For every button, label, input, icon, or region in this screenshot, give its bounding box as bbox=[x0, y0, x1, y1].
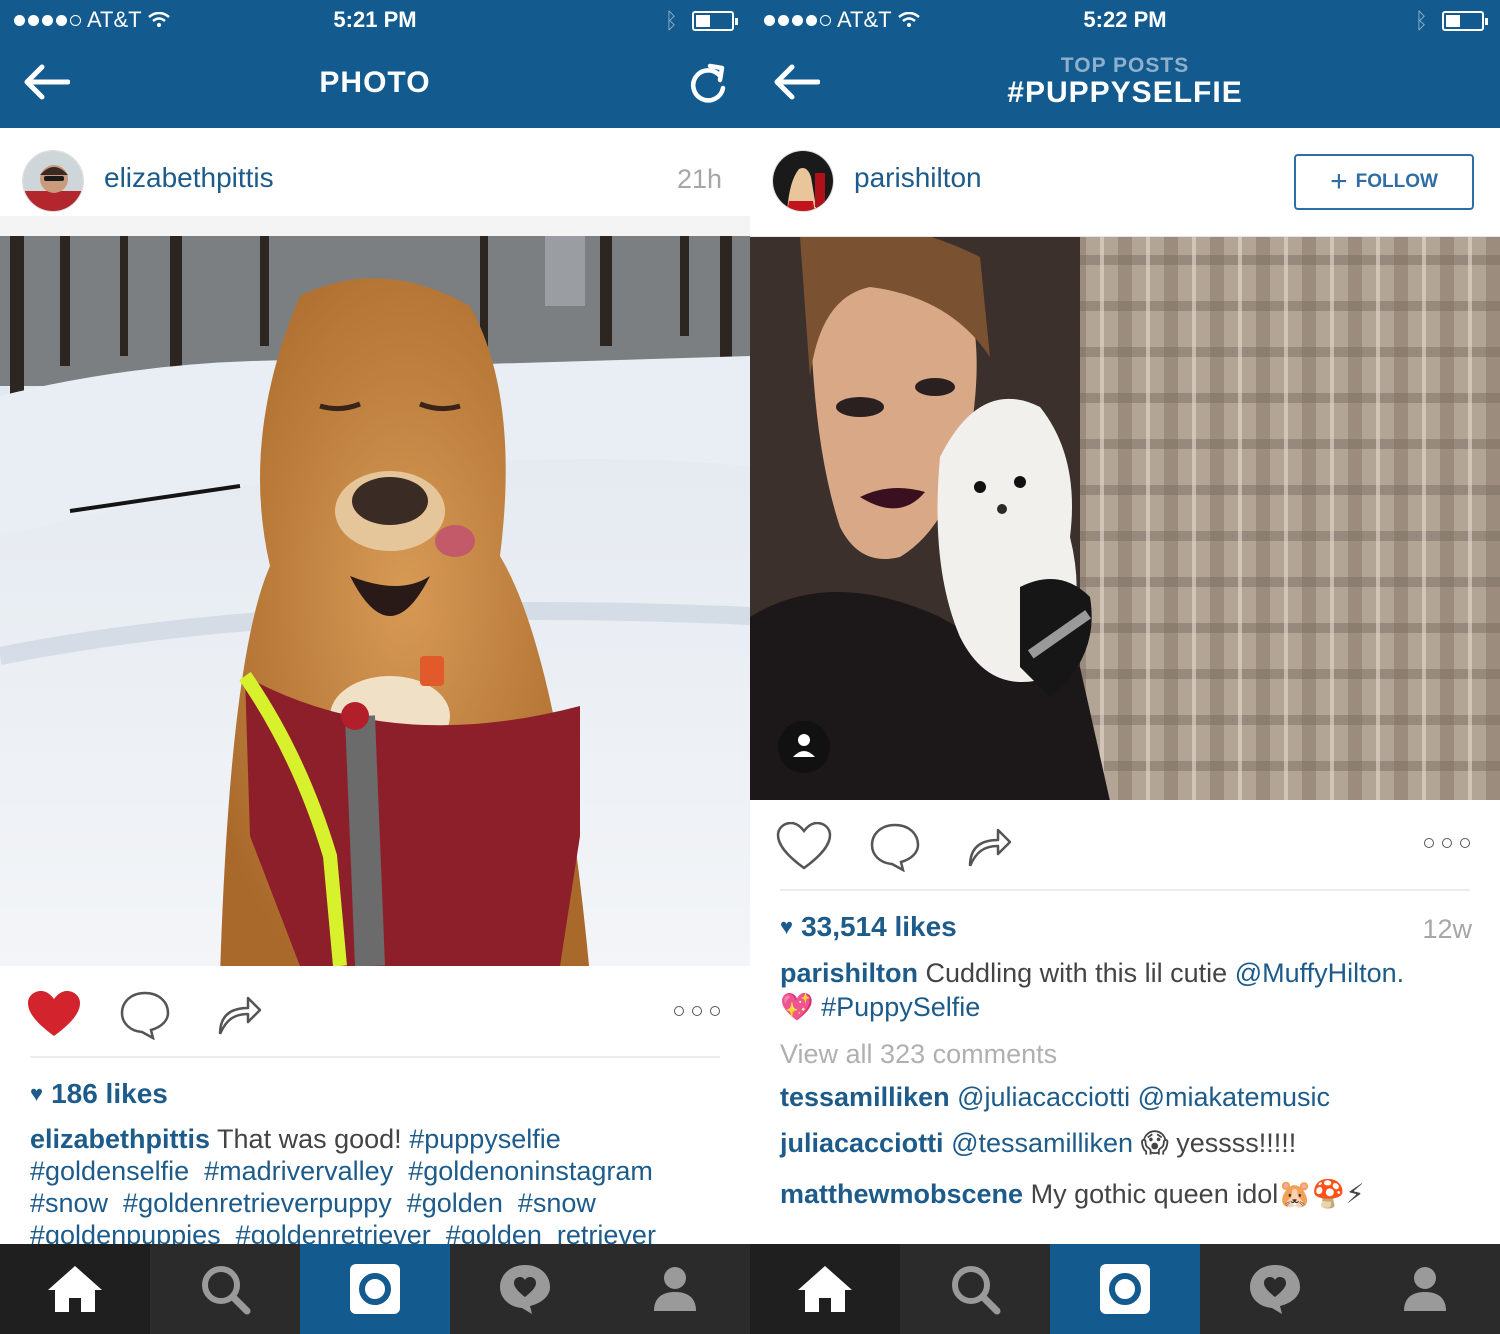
status-bar: AT&T 5:21 PM ᛒ bbox=[0, 0, 750, 42]
action-bar bbox=[0, 986, 750, 1076]
caption-username[interactable]: elizabethpittis bbox=[30, 1124, 210, 1154]
tab-bar bbox=[0, 1244, 750, 1334]
tab-profile[interactable] bbox=[600, 1244, 750, 1334]
sparkle-heart-icon: 💖 bbox=[780, 992, 814, 1022]
likes-count[interactable]: ♥ 33,514 likes bbox=[780, 911, 957, 943]
view-all-comments-link[interactable]: View all 323 comments bbox=[780, 1039, 1057, 1070]
comment-mentions[interactable]: @tessamilliken bbox=[951, 1128, 1133, 1158]
divider bbox=[30, 1056, 720, 1058]
comment-item: juliacacciotti @tessamilliken 😱 yessss!!… bbox=[780, 1128, 1480, 1159]
battery-icon bbox=[1442, 11, 1488, 31]
caption-hashtag[interactable]: #PuppySelfie bbox=[821, 992, 980, 1022]
post-photo[interactable] bbox=[0, 236, 750, 966]
comment-icon[interactable] bbox=[118, 990, 172, 1040]
profile-icon bbox=[654, 1267, 696, 1311]
comment-username[interactable]: tessamilliken bbox=[780, 1082, 950, 1112]
post-photo[interactable] bbox=[750, 236, 1500, 800]
caption-text: Cuddling with this lil cutie bbox=[925, 958, 1228, 988]
photo-screen: AT&T 5:21 PM ᛒ PHOTO elizabethpittis 21h bbox=[0, 0, 750, 1334]
like-heart-icon[interactable] bbox=[776, 822, 832, 870]
camera-icon bbox=[1100, 1264, 1150, 1314]
search-icon bbox=[952, 1266, 1001, 1315]
search-icon bbox=[202, 1266, 251, 1315]
more-options-icon[interactable] bbox=[674, 1006, 720, 1016]
home-icon bbox=[798, 1266, 852, 1312]
like-heart-icon[interactable] bbox=[26, 990, 82, 1038]
bluetooth-icon: ᛒ bbox=[664, 8, 678, 33]
share-icon[interactable] bbox=[216, 992, 262, 1036]
avatar[interactable] bbox=[772, 150, 834, 212]
tab-bar bbox=[750, 1244, 1500, 1334]
likes-heart-icon: ♥ bbox=[780, 914, 794, 939]
tab-activity[interactable] bbox=[1200, 1244, 1350, 1334]
tab-home[interactable] bbox=[0, 1244, 150, 1334]
refresh-icon[interactable] bbox=[688, 60, 728, 106]
status-time: 5:22 PM bbox=[1083, 7, 1167, 32]
comment-username[interactable]: juliacacciotti bbox=[780, 1128, 944, 1158]
page-subtitle: TOP POSTS bbox=[1060, 54, 1190, 77]
tab-activity[interactable] bbox=[450, 1244, 600, 1334]
post-username[interactable]: elizabethpittis bbox=[104, 162, 274, 194]
avatar[interactable] bbox=[22, 150, 84, 212]
comment-item: tessamilliken @juliacacciotti @miakatemu… bbox=[780, 1082, 1480, 1113]
divider bbox=[0, 216, 750, 236]
tab-camera[interactable] bbox=[1050, 1244, 1200, 1334]
caption-mention[interactable]: @MuffyHilton. bbox=[1235, 958, 1404, 988]
tab-explore[interactable] bbox=[900, 1244, 1050, 1334]
divider bbox=[780, 889, 1470, 891]
comment-username[interactable]: matthewmobscene bbox=[780, 1179, 1023, 1209]
status-time: 5:21 PM bbox=[333, 7, 417, 32]
camera-icon bbox=[350, 1264, 400, 1314]
activity-icon bbox=[500, 1265, 550, 1314]
caption-text: That was good! bbox=[217, 1124, 402, 1154]
top-bar: AT&T 5:21 PM ᛒ PHOTO bbox=[0, 0, 750, 128]
caption-username[interactable]: parishilton bbox=[780, 958, 918, 988]
share-icon[interactable] bbox=[966, 824, 1012, 868]
activity-icon bbox=[1250, 1265, 1300, 1314]
hashtag-screen: AT&T 5:22 PM ᛒ TOP POSTS #PUPPYSELFIE pa… bbox=[750, 0, 1500, 1334]
caption-hashtags[interactable]: #goldenselfie #madrivervalley #goldenoni… bbox=[30, 1155, 720, 1187]
post-header: parishilton + FOLLOW bbox=[750, 128, 1500, 234]
post-time: 12w bbox=[1422, 914, 1472, 944]
comment-text: My gothic queen idol🐹🍄⚡ bbox=[1030, 1179, 1365, 1209]
comment-text: 😱 yessss!!!!! bbox=[1140, 1128, 1297, 1158]
more-options-icon[interactable] bbox=[1424, 838, 1470, 848]
tab-home[interactable] bbox=[750, 1244, 900, 1334]
caption-hashtag[interactable]: #puppyselfie bbox=[409, 1124, 561, 1154]
plus-icon: + bbox=[1330, 165, 1348, 198]
comment-item: matthewmobscene My gothic queen idol🐹🍄⚡ bbox=[780, 1178, 1480, 1210]
tab-profile[interactable] bbox=[1350, 1244, 1500, 1334]
profile-icon bbox=[1404, 1267, 1446, 1311]
comment-icon[interactable] bbox=[868, 822, 922, 872]
home-icon bbox=[48, 1266, 102, 1312]
comment-mentions[interactable]: @juliacacciotti @miakatemusic bbox=[957, 1082, 1330, 1112]
tab-explore[interactable] bbox=[150, 1244, 300, 1334]
action-bar bbox=[750, 818, 1500, 908]
post-caption: elizabethpittis That was good! #puppysel… bbox=[30, 1123, 720, 1251]
battery-icon bbox=[692, 11, 738, 31]
likes-count[interactable]: ♥ 186 likes bbox=[30, 1078, 168, 1110]
status-bar: AT&T 5:22 PM ᛒ bbox=[750, 0, 1500, 42]
likes-heart-icon: ♥ bbox=[30, 1081, 44, 1106]
page-title: PHOTO bbox=[319, 66, 431, 99]
follow-button[interactable]: + FOLLOW bbox=[1294, 154, 1474, 210]
post-caption: parishilton Cuddling with this lil cutie… bbox=[780, 956, 1470, 1024]
top-bar: AT&T 5:22 PM ᛒ TOP POSTS #PUPPYSELFIE bbox=[750, 0, 1500, 128]
page-title: #PUPPYSELFIE bbox=[1007, 76, 1243, 109]
bluetooth-icon: ᛒ bbox=[1414, 8, 1428, 33]
caption-hashtags[interactable]: #snow #goldenretrieverpuppy #golden #sno… bbox=[30, 1187, 720, 1219]
post-time: 21h bbox=[676, 164, 722, 194]
tab-camera[interactable] bbox=[300, 1244, 450, 1334]
post-username[interactable]: parishilton bbox=[854, 162, 982, 194]
